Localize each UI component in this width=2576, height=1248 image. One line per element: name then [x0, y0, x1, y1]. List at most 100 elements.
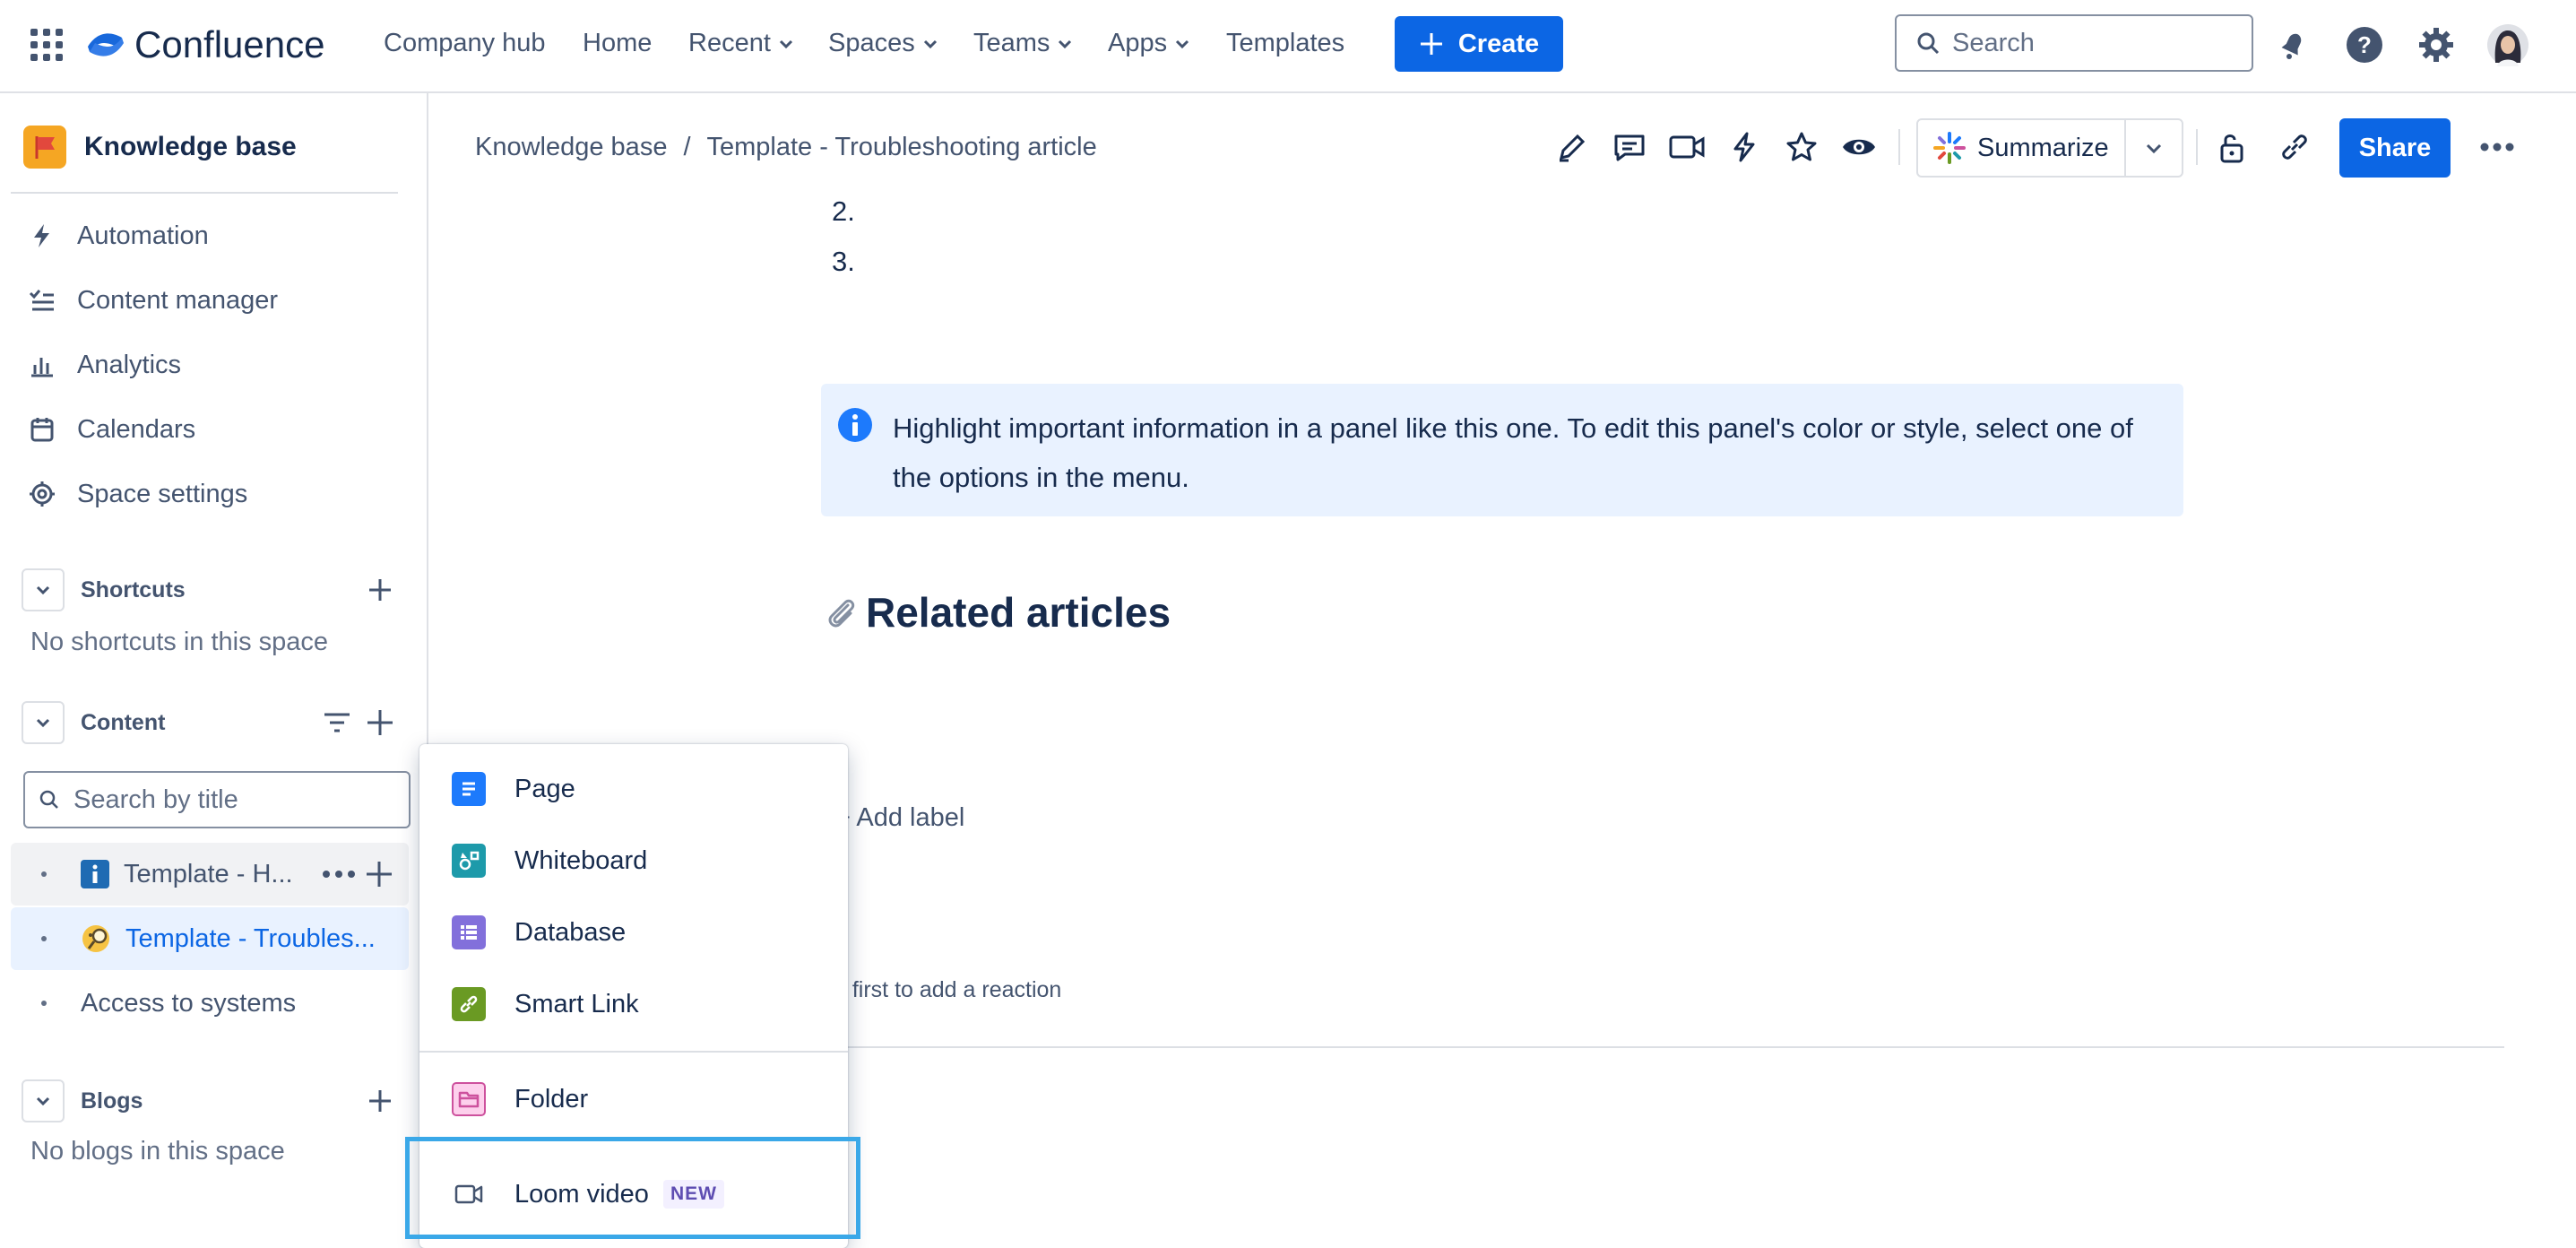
blogs-section-header: Blogs	[22, 1079, 143, 1122]
shortcuts-title: Shortcuts	[81, 576, 186, 602]
gear-icon	[27, 479, 57, 509]
global-search-input[interactable]: Search	[1895, 14, 2253, 72]
product-name: Confluence	[134, 23, 325, 65]
create-button-label: Create	[1457, 29, 1540, 58]
analytics-icon	[27, 350, 57, 380]
menu-item-folder[interactable]: Folder	[419, 1063, 848, 1135]
content-search-placeholder: Search by title	[73, 784, 238, 814]
shortcuts-empty-text: No shortcuts in this space	[30, 628, 329, 656]
tree-item-label: Template - Troubles...	[125, 923, 376, 953]
add-content-button[interactable]	[362, 705, 398, 741]
toolbar-divider	[2196, 129, 2198, 165]
nav-company-hub[interactable]: Company hub	[384, 29, 546, 58]
sidebar-item-content-manager[interactable]: Content manager	[27, 285, 278, 316]
menu-item-label: Smart Link	[514, 989, 639, 1018]
highlight-box	[405, 1137, 860, 1239]
add-shortcut-button[interactable]	[362, 572, 398, 608]
sidebar-item-automation[interactable]: Automation	[27, 221, 209, 251]
app-switcher-icon[interactable]	[29, 27, 65, 63]
summarize-dropdown[interactable]	[2126, 139, 2182, 157]
profile-avatar[interactable]	[2485, 22, 2531, 68]
menu-item-smart-link[interactable]: Smart Link	[419, 968, 848, 1040]
nav-apps-label: Apps	[1108, 29, 1168, 57]
share-button-label: Share	[2358, 133, 2432, 162]
sidebar-item-space-settings[interactable]: Space settings	[27, 479, 247, 509]
video-icon[interactable]	[1664, 124, 1710, 170]
sidebar-item-calendars[interactable]: Calendars	[27, 414, 195, 445]
nav-apps[interactable]: Apps	[1108, 29, 1190, 58]
tree-bullet	[41, 936, 47, 941]
menu-item-page[interactable]: Page	[419, 753, 848, 825]
sidebar-item-label: Analytics	[77, 350, 182, 379]
create-button[interactable]: Create	[1395, 16, 1563, 72]
add-child-page-icon[interactable]	[366, 861, 393, 888]
filter-icon	[324, 713, 350, 732]
tree-item-label: Template - H...	[124, 859, 293, 888]
list-number: 3.	[832, 246, 855, 277]
nav-templates[interactable]: Templates	[1226, 29, 1344, 58]
page-icon	[452, 772, 486, 806]
add-blog-button[interactable]	[362, 1083, 398, 1119]
notifications-icon[interactable]	[2269, 22, 2316, 68]
chevron-down-icon	[923, 39, 937, 48]
filter-content-button[interactable]	[319, 705, 355, 741]
sidebar-item-analytics[interactable]: Analytics	[27, 350, 181, 380]
unlock-icon[interactable]	[2210, 124, 2257, 170]
breadcrumb-item[interactable]: Knowledge base	[475, 133, 667, 162]
content-search-input[interactable]: Search by title	[23, 771, 411, 828]
magnifier-emoji-icon	[81, 923, 111, 954]
plus-icon	[369, 579, 391, 601]
help-icon[interactable]: ?	[2341, 22, 2388, 68]
watch-eye-icon[interactable]	[1836, 124, 1882, 170]
star-icon[interactable]	[1778, 124, 1825, 170]
breadcrumb-item[interactable]: Template - Troubleshooting article	[707, 133, 1097, 162]
nav-home[interactable]: Home	[583, 29, 652, 58]
lightning-icon[interactable]	[1721, 124, 1768, 170]
more-actions-icon[interactable]	[321, 859, 357, 889]
nav-spaces[interactable]: Spaces	[828, 29, 938, 58]
search-icon	[1917, 32, 1940, 55]
chevron-down-icon	[36, 1096, 50, 1106]
plus-icon	[1420, 33, 1442, 55]
menu-item-whiteboard[interactable]: Whiteboard	[419, 825, 848, 897]
breadcrumb: Knowledge base / Template - Troubleshoot…	[475, 133, 1097, 162]
summarize-button[interactable]: Summarize	[1916, 118, 2183, 178]
chevron-down-icon	[2146, 143, 2162, 154]
summarize-main[interactable]: Summarize	[1918, 120, 2126, 176]
shortcuts-section-header: Shortcuts	[22, 568, 186, 611]
blogs-collapse-button[interactable]	[22, 1079, 65, 1122]
menu-item-database[interactable]: Database	[419, 897, 848, 968]
calendar-icon	[27, 414, 57, 445]
edit-pencil-icon[interactable]	[1549, 124, 1595, 170]
whiteboard-icon	[452, 844, 486, 878]
sidebar-item-label: Space settings	[77, 479, 248, 508]
info-icon	[838, 408, 872, 442]
tree-item-template-troubleshooting[interactable]: Template - Troubles...	[11, 907, 409, 970]
lightning-icon	[27, 221, 57, 251]
tree-item-label: Access to systems	[81, 988, 297, 1018]
folder-icon	[452, 1082, 486, 1116]
copy-link-icon[interactable]	[2271, 124, 2318, 170]
more-actions-icon[interactable]	[2474, 124, 2520, 170]
comment-icon[interactable]	[1606, 124, 1653, 170]
add-label-button[interactable]: + Add label	[835, 803, 964, 833]
chevron-down-icon	[1059, 39, 1072, 48]
list-number: 2.	[832, 195, 855, 227]
content-section-header: Content	[22, 701, 165, 744]
nav-recent[interactable]: Recent	[688, 29, 794, 58]
search-placeholder: Search	[1952, 28, 2035, 57]
confluence-logo[interactable]: Confluence	[86, 23, 324, 66]
space-header[interactable]: Knowledge base	[23, 126, 297, 169]
space-name: Knowledge base	[84, 132, 297, 161]
tree-item-template-how-to[interactable]: Template - H...	[11, 843, 409, 906]
space-flag-icon	[23, 126, 66, 169]
reaction-prompt[interactable]: e first to add a reaction	[834, 977, 1061, 1003]
settings-icon[interactable]	[2413, 22, 2459, 68]
search-icon	[39, 790, 58, 809]
database-icon	[452, 915, 486, 949]
share-button[interactable]: Share	[2339, 118, 2451, 178]
shortcuts-collapse-button[interactable]	[22, 568, 65, 611]
nav-teams[interactable]: Teams	[973, 29, 1073, 58]
content-collapse-button[interactable]	[22, 701, 65, 744]
tree-item-access-to-systems[interactable]: Access to systems	[11, 972, 409, 1035]
